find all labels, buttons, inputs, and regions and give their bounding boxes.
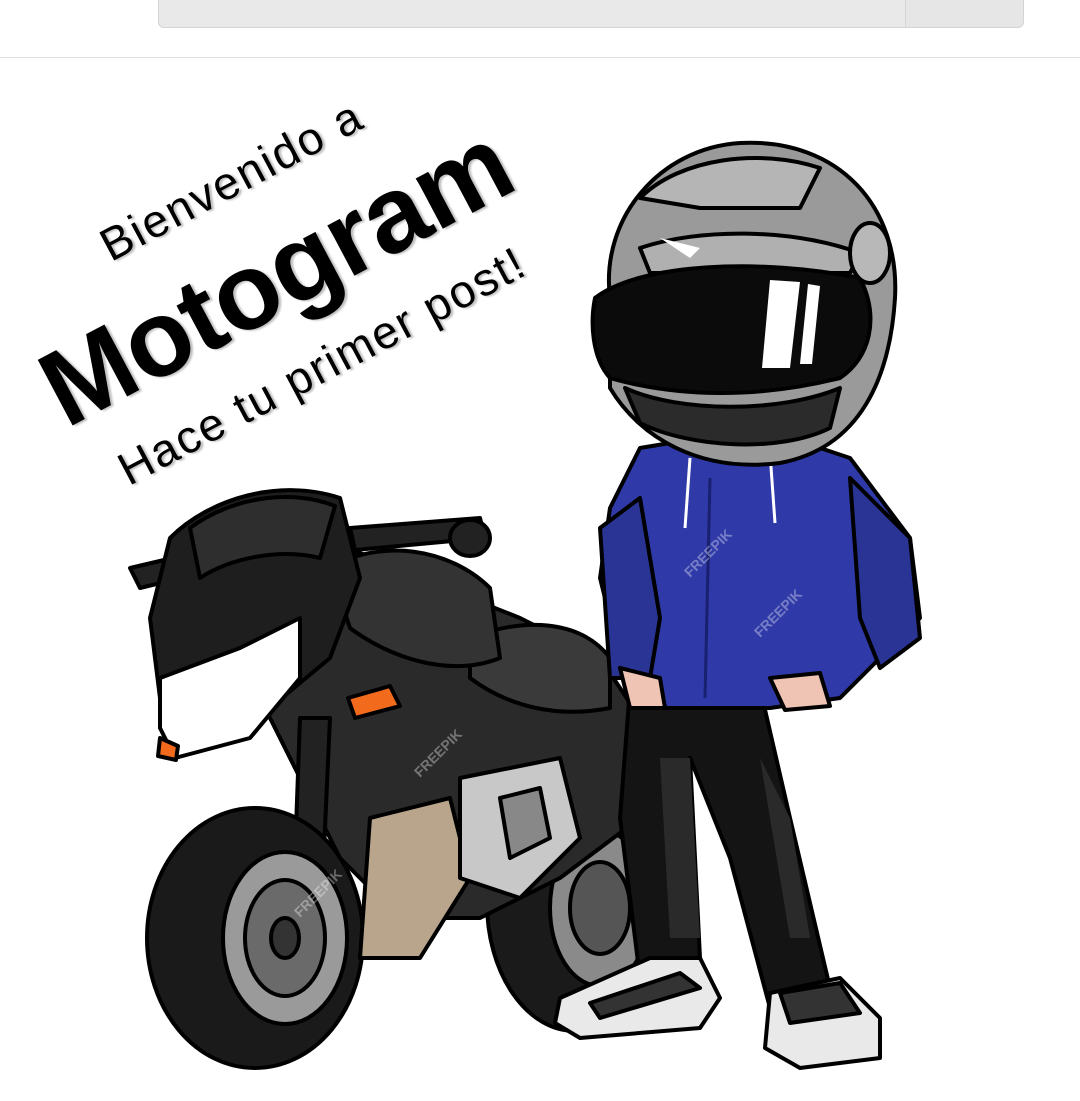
motorcycle-image: [128, 488, 665, 1070]
page: FREEPIK FREEPIK FREEPIK FREEPIK Bienveni…: [0, 0, 1080, 1101]
rider-and-motorcycle-image: FREEPIK FREEPIK FREEPIK FREEPIK: [128, 140, 922, 1070]
search-button[interactable]: [905, 0, 1023, 27]
top-bar: [0, 0, 1080, 58]
search-input[interactable]: [158, 0, 1024, 28]
welcome-illustration: FREEPIK FREEPIK FREEPIK FREEPIK Bienveni…: [0, 58, 1080, 1101]
